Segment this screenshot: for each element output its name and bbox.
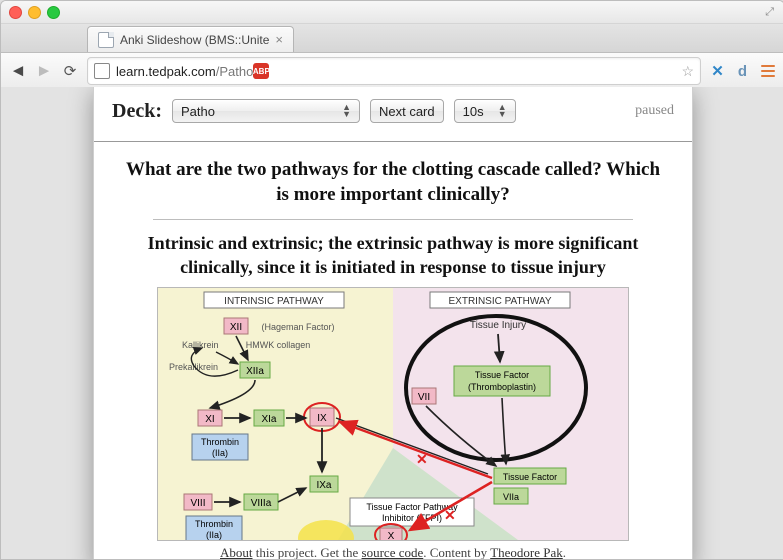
site-icon (94, 63, 110, 79)
bookmark-star-icon[interactable]: ☆ (681, 63, 694, 80)
svg-text:IX: IX (317, 413, 327, 424)
page-footer: About this project. Get the source code.… (120, 541, 666, 559)
card-question: What are the two pathways for the clotti… (120, 158, 666, 219)
titlebar: ⤢ (1, 1, 783, 24)
back-button[interactable]: ◄ (9, 62, 27, 80)
svg-text:✕: ✕ (444, 507, 456, 523)
svg-text:VIIa: VIIa (503, 492, 519, 502)
author-link[interactable]: Theodore Pak (490, 545, 563, 559)
browser-window: ⤢ Anki Slideshow (BMS::Unite × ◄ ► ⟳ lea… (0, 0, 783, 560)
svg-text:X: X (388, 531, 395, 540)
svg-text:XIa: XIa (261, 414, 276, 425)
next-card-button[interactable]: Next card (370, 99, 444, 123)
extension-icon-d[interactable]: d (734, 63, 751, 80)
svg-text:Thrombin: Thrombin (201, 437, 239, 447)
close-window-button[interactable] (9, 6, 22, 19)
svg-text:Thrombin: Thrombin (195, 519, 233, 529)
about-link[interactable]: About (220, 545, 253, 559)
svg-text:EXTRINSIC PATHWAY: EXTRINSIC PATHWAY (449, 296, 552, 307)
select-arrows-icon: ▲▼ (498, 104, 507, 118)
reload-button[interactable]: ⟳ (61, 62, 79, 80)
svg-text:XII: XII (230, 322, 242, 333)
tab-title: Anki Slideshow (BMS::Unite (120, 33, 269, 47)
menu-icon[interactable] (759, 63, 776, 80)
deck-select-value: Patho (181, 104, 215, 119)
card-diagram: INTRINSIC PATHWAY EXTRINSIC PATHWAY XII … (157, 287, 629, 541)
url-path: /Patho (216, 64, 254, 79)
page-icon (98, 32, 114, 48)
url-text: learn.tedpak.com/Patho (116, 64, 253, 79)
svg-text:VIII: VIII (190, 498, 205, 509)
interval-select[interactable]: 10s ▲▼ (454, 99, 516, 123)
card-answer: Intrinsic and extrinsic; the extrinsic p… (120, 232, 666, 279)
minimize-window-button[interactable] (28, 6, 41, 19)
viewport: Deck: Patho ▲▼ Next card 10s ▲▼ paused W… (1, 87, 783, 559)
svg-text:VII: VII (418, 392, 430, 403)
tabstrip: Anki Slideshow (BMS::Unite × (1, 24, 783, 53)
deck-label: Deck: (112, 100, 162, 123)
fullscreen-icon[interactable]: ⤢ (763, 5, 776, 20)
svg-text:VIIIa: VIIIa (251, 498, 272, 509)
svg-text:✕: ✕ (416, 451, 428, 467)
svg-text:(IIa): (IIa) (212, 448, 228, 458)
svg-text:INTRINSIC PATHWAY: INTRINSIC PATHWAY (224, 296, 324, 307)
svg-text:(Hageman Factor): (Hageman Factor) (261, 322, 334, 332)
status-text: paused (635, 103, 674, 119)
close-tab-icon[interactable]: × (275, 32, 283, 47)
svg-text:XI: XI (205, 414, 214, 425)
interval-value: 10s (463, 104, 484, 119)
url-host: learn.tedpak.com (116, 64, 216, 79)
svg-text:Tissue Injury: Tissue Injury (470, 320, 526, 331)
source-code-link[interactable]: source code (362, 545, 424, 559)
svg-text:(IIa): (IIa) (206, 530, 222, 540)
address-bar[interactable]: learn.tedpak.com/Patho ABP ☆ (87, 57, 701, 85)
svg-text:(Thromboplastin): (Thromboplastin) (468, 382, 536, 392)
svg-text:Tissue Factor: Tissue Factor (475, 370, 529, 380)
deck-select[interactable]: Patho ▲▼ (172, 99, 360, 123)
forward-button[interactable]: ► (35, 62, 53, 80)
browser-tab[interactable]: Anki Slideshow (BMS::Unite × (87, 26, 294, 52)
deck-toolbar: Deck: Patho ▲▼ Next card 10s ▲▼ paused (94, 87, 692, 142)
divider (153, 219, 633, 220)
select-arrows-icon: ▲▼ (342, 104, 351, 118)
svg-text:IXa: IXa (316, 480, 331, 491)
browser-toolbar: ◄ ► ⟳ learn.tedpak.com/Patho ABP ☆ ✕ d (1, 53, 783, 90)
svg-text:Prekallikrein: Prekallikrein (169, 362, 218, 372)
adblock-icon[interactable]: ABP (253, 63, 269, 79)
flashcard: What are the two pathways for the clotti… (94, 142, 692, 559)
svg-text:HMWK collagen: HMWK collagen (246, 340, 311, 350)
svg-text:Tissue Factor: Tissue Factor (503, 472, 557, 482)
extension-icon-x[interactable]: ✕ (709, 63, 726, 80)
diagram-svg: INTRINSIC PATHWAY EXTRINSIC PATHWAY XII … (158, 288, 628, 540)
svg-text:XIIa: XIIa (246, 366, 264, 377)
page-content: Deck: Patho ▲▼ Next card 10s ▲▼ paused W… (93, 87, 693, 559)
next-card-label: Next card (379, 104, 435, 119)
zoom-window-button[interactable] (47, 6, 60, 19)
